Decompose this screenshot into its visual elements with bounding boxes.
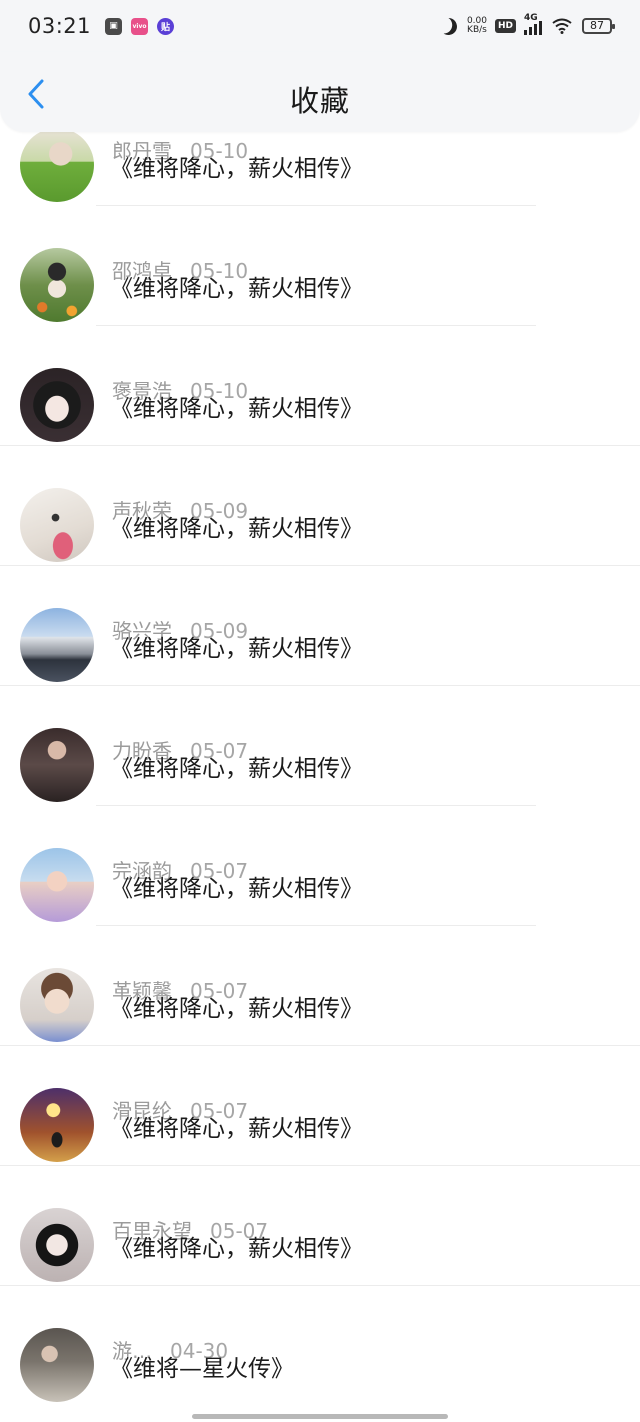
item-title: 《维将降心，薪火相传》 [110, 756, 363, 782]
page-title: 收藏 [289, 84, 350, 118]
paste-app-icon: 贴 [157, 17, 175, 35]
avatar[interactable] [20, 128, 94, 202]
status-bar: 03:21 ▣ vivo 贴 0.00 KB/s HD 4G 87 [0, 0, 640, 52]
list-item[interactable]: 骆兴学 05-09 《维将降心，薪火相传》 [0, 566, 640, 686]
battery-icon: 87 [582, 18, 615, 34]
cellular-signal-icon: 4G [524, 13, 542, 35]
item-title: 《维将降心，薪火相传》 [110, 276, 363, 302]
gallery-app-icon: ▣ [105, 17, 123, 35]
status-indicators: 0.00 KB/s HD 4G 87 [438, 13, 615, 37]
network-type-label: 4G [524, 13, 538, 23]
list-item[interactable]: 百里永望 05-07 《维将降心，薪火相传》 [0, 1166, 640, 1286]
avatar[interactable] [20, 608, 94, 682]
item-title: 《维将降心，薪火相传》 [110, 636, 363, 662]
item-title: 《维将降心，薪火相传》 [110, 876, 363, 902]
item-title: 《维将降心，薪火相传》 [110, 1116, 363, 1142]
item-title: 《维将降心，薪火相传》 [110, 1236, 363, 1262]
item-title: 《维将—星火传》 [110, 1356, 294, 1382]
list-item[interactable]: 声秋荣 05-09 《维将降心，薪火相传》 [0, 446, 640, 566]
item-title: 《维将降心，薪火相传》 [110, 516, 363, 542]
avatar[interactable] [20, 1328, 94, 1402]
list-item[interactable]: 滑昆纶 05-07 《维将降心，薪火相传》 [0, 1046, 640, 1166]
nav-header: 收藏 [0, 52, 640, 132]
avatar[interactable] [20, 368, 94, 442]
list-item[interactable]: 革颖馨 05-07 《维将降心，薪火相传》 [0, 926, 640, 1046]
list-item[interactable]: 力盼香 05-07 《维将降心，薪火相传》 [0, 686, 640, 806]
avatar[interactable] [20, 848, 94, 922]
notification-app-icons: ▣ vivo 贴 [105, 17, 183, 35]
favorites-screen: 03:21 ▣ vivo 贴 0.00 KB/s HD 4G 87 收藏 郎丹雪… [0, 0, 640, 1422]
avatar[interactable] [20, 1208, 94, 1282]
list-item[interactable]: 完涵韵 05-07 《维将降心，薪火相传》 [0, 806, 640, 926]
avatar[interactable] [20, 248, 94, 322]
status-time: 03:21 [28, 14, 92, 38]
avatar[interactable] [20, 1088, 94, 1162]
item-title: 《维将降心，薪火相传》 [110, 156, 363, 182]
avatar[interactable] [20, 968, 94, 1042]
avatar[interactable] [20, 488, 94, 562]
avatar[interactable] [20, 728, 94, 802]
vivo-app-icon: vivo [131, 17, 149, 35]
favorites-list: 郎丹雪 05-10 《维将降心，薪火相传》 邵鸿卓 05-10 《维将降心，薪火相传… [0, 86, 640, 1406]
wifi-icon [552, 18, 572, 34]
net-speed-unit: KB/s [467, 25, 487, 35]
list-item[interactable]: 游… 04-30 《维将—星火传》 [0, 1286, 640, 1406]
item-title: 《维将降心，薪火相传》 [110, 396, 363, 422]
moon-icon [438, 15, 460, 37]
list-item[interactable]: 褒景浩 05-10 《维将降心，薪火相传》 [0, 326, 640, 446]
home-indicator[interactable] [192, 1414, 448, 1419]
item-title: 《维将降心，薪火相传》 [110, 996, 363, 1022]
net-speed: 0.00 KB/s [467, 17, 487, 35]
list-item[interactable]: 邵鸿卓 05-10 《维将降心，薪火相传》 [0, 206, 640, 326]
hd-badge: HD [494, 19, 516, 33]
